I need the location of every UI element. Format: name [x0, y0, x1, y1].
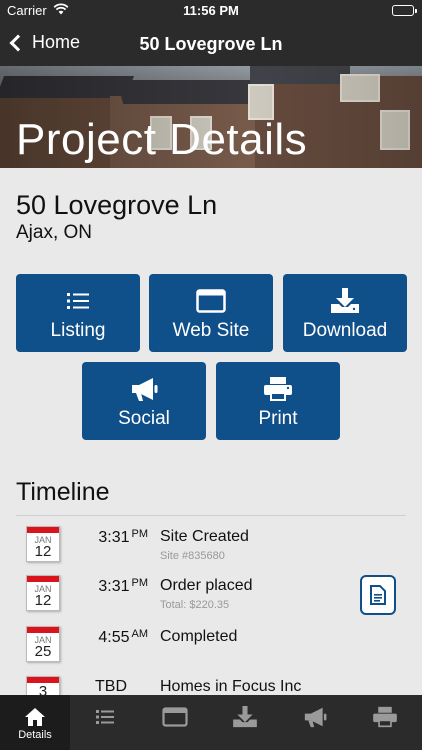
browser-window-icon [140, 705, 210, 729]
timeline-detail: Site #835680 [160, 550, 225, 562]
list-icon [16, 288, 140, 314]
timeline-row: JAN 12 3:31 PM Site Created Site #835680 [0, 526, 422, 576]
timeline-time: 3:31 PM [98, 528, 148, 546]
tab-details[interactable]: Details [0, 695, 70, 750]
tab-details-label: Details [18, 729, 52, 741]
timeline-title: Timeline [16, 478, 110, 506]
property-city: Ajax, ON [16, 222, 93, 243]
calendar-day: 25 [34, 643, 52, 660]
website-button[interactable]: Web Site [149, 274, 273, 352]
property-address: 50 Lovegrove Ln [16, 190, 218, 220]
hero-title: Project Details [16, 115, 308, 164]
megaphone-icon [82, 376, 206, 402]
hero-banner: Project Details [0, 66, 422, 168]
timeline-event: Homes in Focus Inc [160, 678, 302, 695]
navigation-bar: Home 50 Lovegrove Ln [0, 22, 422, 66]
download-tray-icon [210, 705, 280, 729]
calendar-day: 12 [34, 543, 52, 560]
browser-window-icon [149, 288, 273, 314]
invoice-document-button[interactable] [360, 575, 396, 615]
calendar-icon: JAN 12 [26, 575, 60, 611]
timeline-time: 3:31 PM [98, 577, 148, 595]
nav-title: 50 Lovegrove Ln [139, 34, 283, 54]
tab-print[interactable] [350, 695, 420, 750]
megaphone-icon [280, 705, 350, 729]
timeline-event: Site Created [160, 528, 249, 545]
print-button[interactable]: Print [216, 362, 340, 440]
timeline-detail: Total: $220.35 [160, 599, 230, 611]
calendar-icon: JAN 25 [26, 626, 60, 662]
printer-icon [350, 705, 420, 729]
tab-bar: Details [0, 695, 422, 750]
timeline-time: TBD [95, 678, 127, 695]
tab-download[interactable] [210, 695, 280, 750]
timeline-divider [16, 515, 406, 516]
download-label: Download [302, 320, 388, 341]
home-icon [0, 705, 70, 729]
calendar-day: 12 [34, 592, 52, 609]
calendar-icon: JAN 12 [26, 526, 60, 562]
tab-website[interactable] [140, 695, 210, 750]
tab-social[interactable] [280, 695, 350, 750]
social-label: Social [118, 408, 170, 429]
battery-icon [392, 5, 417, 16]
social-button[interactable]: Social [82, 362, 206, 440]
timeline-row: JAN 12 3:31 PM Order placed Total: $220.3… [0, 575, 422, 625]
print-label: Print [258, 408, 298, 429]
website-label: Web Site [172, 320, 250, 341]
listing-button[interactable]: Listing [16, 274, 140, 352]
printer-icon [216, 376, 340, 402]
status-bar: Carrier 11:56 PM [0, 0, 422, 22]
document-icon [370, 585, 386, 605]
timeline-time: 4:55 AM [98, 628, 148, 646]
timeline-event: Completed [160, 628, 238, 645]
timeline-row: JAN 25 4:55 AM Completed [0, 626, 422, 676]
list-icon [70, 705, 140, 729]
download-tray-icon [283, 288, 407, 314]
status-time: 11:56 PM [183, 3, 239, 18]
listing-label: Listing [50, 320, 106, 341]
tab-listing[interactable] [70, 695, 140, 750]
timeline-event: Order placed [160, 577, 253, 594]
download-button[interactable]: Download [283, 274, 407, 352]
